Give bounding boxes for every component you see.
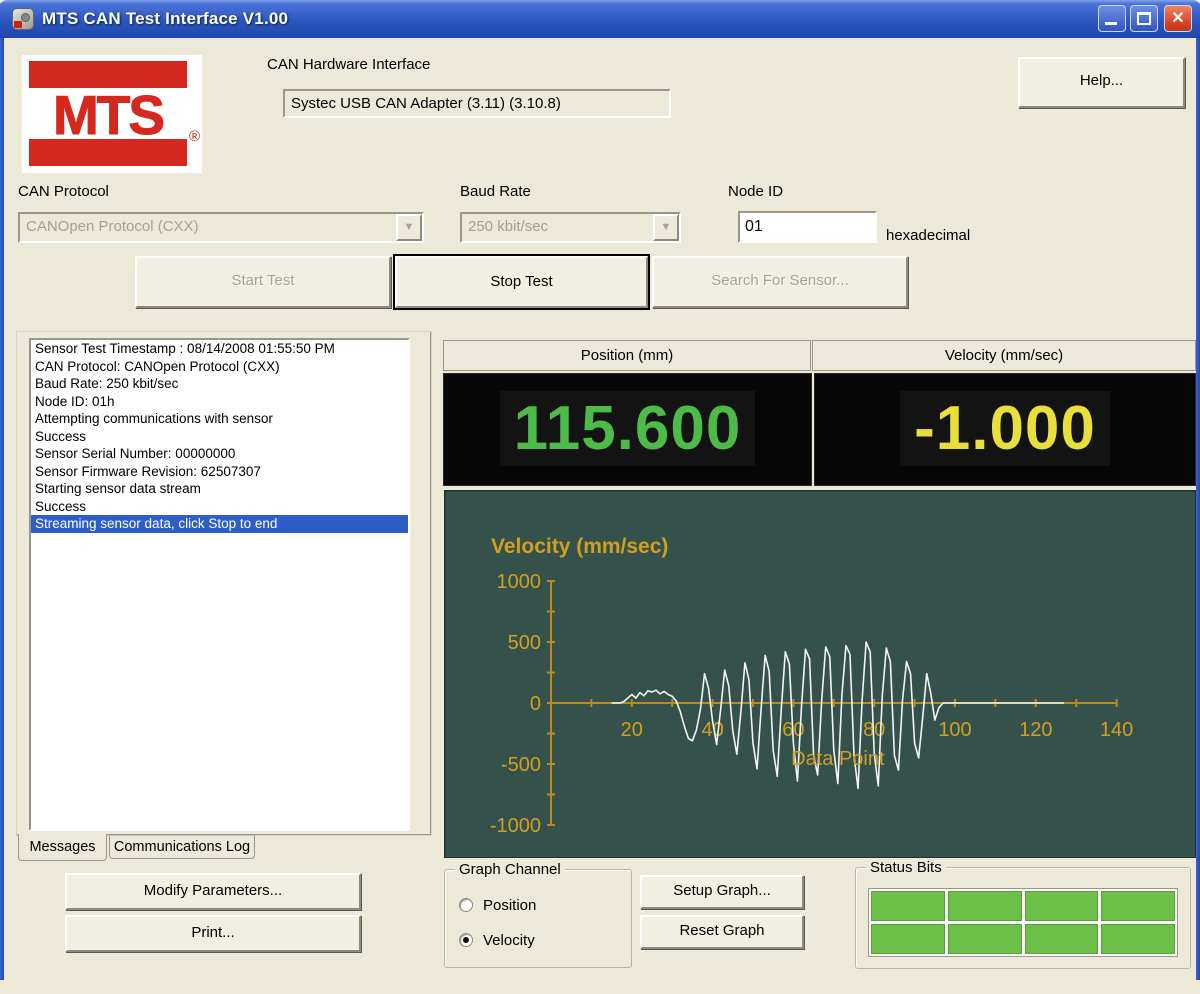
- svg-text:20: 20: [621, 719, 643, 741]
- mts-logo: MTS ®: [22, 55, 202, 173]
- maximize-button[interactable]: [1130, 5, 1158, 32]
- help-button[interactable]: Help...: [1018, 57, 1185, 108]
- close-icon: ✕: [1171, 10, 1185, 27]
- log-message-row[interactable]: CAN Protocol: CANOpen Protocol (CXX): [31, 358, 408, 376]
- status-bit-cell: [1101, 891, 1175, 921]
- baud-rate-value: 250 kbit/sec: [468, 218, 549, 235]
- position-value: 115.600: [499, 390, 756, 466]
- mts-logo-bottom-bar: [29, 139, 187, 166]
- start-test-button: Start Test: [135, 256, 391, 308]
- svg-text:140: 140: [1100, 719, 1133, 741]
- chevron-down-icon: ▼: [653, 214, 679, 241]
- svg-text:Velocity (mm/sec): Velocity (mm/sec): [491, 535, 668, 558]
- svg-text:500: 500: [508, 632, 541, 654]
- title-bar[interactable]: MTS CAN Test Interface V1.00 ✕: [0, 0, 1200, 38]
- app-icon: [12, 8, 34, 30]
- mts-logo-text: MTS: [52, 84, 165, 146]
- maximize-icon: [1137, 12, 1151, 25]
- baud-rate-select: 250 kbit/sec ▼: [460, 212, 681, 243]
- svg-text:120: 120: [1019, 719, 1052, 741]
- baud-rate-label: Baud Rate: [460, 183, 531, 200]
- log-message-row[interactable]: Node ID: 01h: [31, 393, 408, 411]
- velocity-value: -1.000: [900, 390, 1110, 466]
- status-bit-cell: [947, 891, 1022, 921]
- status-bit-cell: [871, 891, 945, 921]
- log-message-row[interactable]: Sensor Firmware Revision: 62507307: [31, 463, 408, 481]
- log-message-row[interactable]: Success: [31, 428, 408, 446]
- log-message-row[interactable]: Sensor Serial Number: 00000000: [31, 445, 408, 463]
- position-header: Position (mm): [443, 340, 811, 371]
- app-icon-lens: [21, 13, 30, 22]
- status-bit-cell: [1024, 924, 1099, 954]
- velocity-graph-panel: 20 40 60 80 100 120 140 -1000 -500 0 500 1000 Veloci…: [444, 490, 1196, 858]
- node-id-input[interactable]: [738, 211, 877, 243]
- minimize-button[interactable]: [1098, 5, 1126, 32]
- app-icon-red-mark: [14, 21, 22, 28]
- svg-text:0: 0: [530, 693, 541, 715]
- log-message-row[interactable]: Baud Rate: 250 kbit/sec: [31, 375, 408, 393]
- position-display: 115.600: [443, 373, 812, 486]
- minimize-icon: [1105, 22, 1117, 25]
- status-bit-cell: [1024, 891, 1099, 921]
- velocity-display: -1.000: [814, 373, 1196, 486]
- log-message-row[interactable]: Streaming sensor data, click Stop to end: [31, 515, 408, 533]
- can-protocol-label: CAN Protocol: [18, 183, 109, 200]
- graph-channel-label: Graph Channel: [455, 861, 565, 878]
- stop-test-button-face[interactable]: Stop Test: [395, 256, 648, 308]
- velocity-graph-svg: 20 40 60 80 100 120 140-1000-50005001000Veloci…: [490, 535, 1133, 837]
- registered-trademark-icon: ®: [188, 128, 200, 145]
- can-hardware-interface-label: CAN Hardware Interface: [267, 56, 431, 73]
- graph-channel-group: Graph Channel Position Velocity: [444, 861, 632, 968]
- svg-text:1000: 1000: [497, 571, 542, 593]
- velocity-radio[interactable]: [459, 933, 473, 947]
- status-bit-cell: [947, 924, 1022, 954]
- status-bit-cell: [871, 924, 945, 954]
- svg-text:-1000: -1000: [490, 815, 541, 837]
- message-list[interactable]: Sensor Test Timestamp : 08/14/2008 01:55…: [29, 338, 410, 831]
- svg-text:Data Point: Data Point: [791, 748, 885, 770]
- log-message-row[interactable]: Success: [31, 498, 408, 516]
- search-for-sensor-button: Search For Sensor...: [652, 256, 908, 308]
- tab-messages[interactable]: Messages: [18, 834, 107, 861]
- velocity-radio-label: Velocity: [483, 932, 535, 949]
- status-bit-cell: [1101, 924, 1175, 954]
- tab-communications-log[interactable]: Communications Log: [109, 835, 255, 859]
- position-radio-label: Position: [483, 897, 537, 914]
- can-hardware-interface-field: Systec USB CAN Adapter (3.11) (3.10.8): [283, 89, 671, 118]
- log-message-row[interactable]: Sensor Test Timestamp : 08/14/2008 01:55…: [31, 340, 408, 358]
- window-border-right: [1196, 38, 1200, 980]
- print-button[interactable]: Print...: [65, 915, 361, 952]
- hexadecimal-label: hexadecimal: [886, 227, 971, 244]
- modify-parameters-button[interactable]: Modify Parameters...: [65, 873, 361, 910]
- svg-text:-500: -500: [501, 754, 541, 776]
- status-bits-label: Status Bits: [866, 859, 946, 876]
- stop-test-button[interactable]: Stop Test: [393, 254, 650, 310]
- window-border-left: [0, 38, 4, 980]
- reset-graph-button[interactable]: Reset Graph: [640, 915, 804, 949]
- log-message-row[interactable]: Starting sensor data stream: [31, 480, 408, 498]
- setup-graph-button[interactable]: Setup Graph...: [640, 875, 804, 909]
- window-title: MTS CAN Test Interface V1.00: [42, 9, 289, 28]
- can-protocol-select: CANOpen Protocol (CXX) ▼: [18, 212, 424, 243]
- velocity-header: Velocity (mm/sec): [812, 340, 1196, 371]
- log-message-row[interactable]: Attempting communications with sensor: [31, 410, 408, 428]
- status-bits-grid: [868, 888, 1178, 957]
- position-radio[interactable]: [459, 898, 473, 912]
- status-bits-group: Status Bits: [855, 859, 1191, 969]
- chevron-down-icon: ▼: [396, 214, 422, 241]
- node-id-label: Node ID: [728, 183, 784, 200]
- close-button[interactable]: ✕: [1164, 5, 1192, 32]
- svg-text:100: 100: [938, 719, 971, 741]
- can-protocol-value: CANOpen Protocol (CXX): [26, 218, 199, 235]
